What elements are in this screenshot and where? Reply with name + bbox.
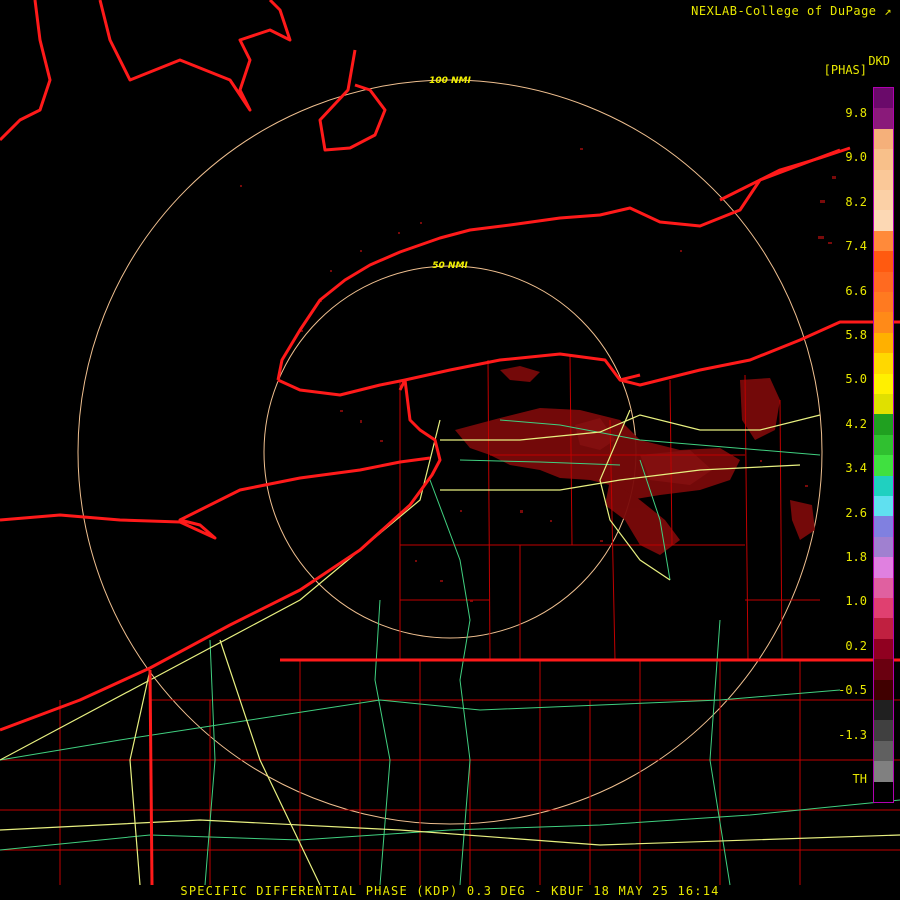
legend-swatch (874, 210, 893, 232)
legend-tick: 9.0 (845, 150, 867, 165)
legend-swatch (874, 740, 893, 762)
legend-tick: 8.2 (845, 194, 867, 209)
boundaries (0, 0, 900, 886)
legend-swatch (874, 577, 893, 599)
legend-tick: 9.8 (845, 106, 867, 120)
nexlab-logo-icon: ↗ (884, 4, 892, 18)
product-footer: SPECIFIC DIFFERENTIAL PHASE (KDP) 0.3 DE… (180, 884, 720, 898)
legend-tick: 5.0 (845, 372, 867, 387)
legend-tick: -0.5 (838, 683, 867, 698)
legend-swatch (874, 475, 893, 497)
legend-swatch (874, 781, 893, 803)
legend-swatch (874, 414, 893, 436)
legend-swatch (874, 761, 893, 783)
legend-tick: 5.8 (845, 328, 867, 342)
legend-ticks: 9.8 9.0 8.2 7.4 6.6 5.8 5.0 4.2 3.4 2.6 1.8 1.0 0.2 -… (807, 0, 867, 900)
ring-label-100: 100 NMI (429, 76, 471, 86)
legend-swatch (874, 190, 893, 211)
radar-map: 100 NMI 50 NMI (0, 0, 900, 886)
legend-swatch (874, 149, 893, 171)
legend-swatch (874, 88, 893, 109)
legend-swatch (874, 373, 893, 395)
legend-colorbar (873, 87, 894, 803)
legend-swatch (874, 700, 893, 721)
legend-swatch (874, 659, 893, 681)
legend-tick: 7.4 (845, 239, 867, 254)
legend-swatch (874, 230, 893, 252)
legend-tick: 4.2 (845, 416, 867, 431)
legend-swatch (874, 434, 893, 456)
legend-tick: 3.4 (845, 461, 867, 476)
legend-swatch (874, 169, 893, 191)
legend-swatch (874, 128, 893, 150)
ring-label-50: 50 NMI (432, 261, 468, 271)
legend-swatch (874, 108, 893, 130)
legend-swatch (874, 292, 893, 313)
legend-swatch (874, 271, 893, 293)
legend-tick: 1.8 (845, 550, 867, 564)
legend-swatch (874, 638, 893, 660)
legend-swatch (874, 679, 893, 701)
legend-swatch (874, 353, 893, 375)
legend-tick: 6.6 (845, 283, 867, 298)
legend-swatch (874, 455, 893, 477)
legend-tick: -1.3 (838, 727, 867, 742)
legend-swatch (874, 557, 893, 579)
legend-swatch (874, 516, 893, 538)
legend-tick: TH (852, 772, 867, 786)
legend-tick: 1.0 (845, 594, 867, 609)
legend-tick: 0.2 (845, 638, 867, 653)
legend-product-code: DKD (868, 54, 890, 68)
legend-swatch (874, 598, 893, 619)
legend-swatch (874, 618, 893, 640)
legend-swatch (874, 251, 893, 273)
legend-swatch (874, 312, 893, 334)
legend-swatch (874, 720, 893, 742)
legend-swatch (874, 332, 893, 354)
legend-tick: 2.6 (845, 505, 867, 520)
legend-swatch (874, 496, 893, 517)
legend-swatch (874, 394, 893, 415)
legend-swatch (874, 536, 893, 558)
